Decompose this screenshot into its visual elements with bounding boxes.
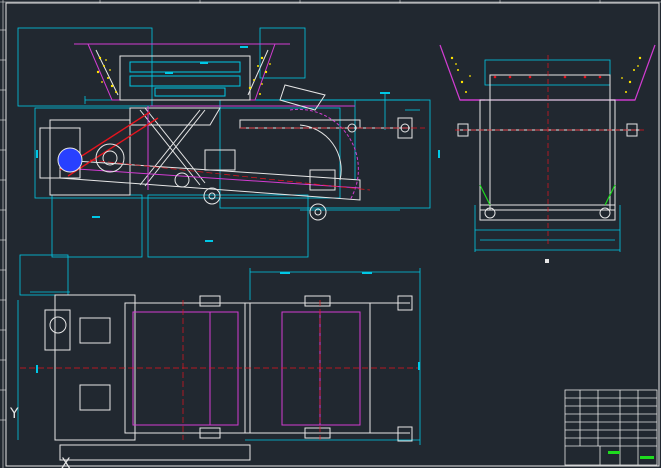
title-block-mark — [608, 451, 620, 454]
front-wheels — [174, 123, 410, 221]
front-motor — [39, 127, 125, 179]
side-hopper — [439, 44, 656, 101]
side-centerlines — [455, 55, 645, 245]
ucs-y-label: Y — [9, 406, 19, 422]
side-body — [457, 74, 640, 221]
ucs-x-label: X — [61, 456, 71, 468]
front-dim-labels — [36, 46, 440, 242]
front-hopper — [74, 43, 290, 101]
side-view-dimensions — [474, 59, 621, 252]
title-block-mark-2 — [640, 456, 654, 459]
side-green-braces — [479, 184, 616, 206]
plan-frame — [44, 294, 413, 461]
plan-dim-labels — [36, 272, 420, 373]
cad-drawing-canvas[interactable]: Y X — [0, 0, 661, 468]
side-rivets — [493, 75, 602, 79]
front-view — [17, 27, 440, 258]
side-marker — [545, 259, 549, 263]
side-view — [439, 44, 656, 263]
plan-hidden-lines — [132, 311, 361, 426]
front-eccentric-arc — [279, 84, 359, 201]
plan-view — [17, 254, 421, 461]
